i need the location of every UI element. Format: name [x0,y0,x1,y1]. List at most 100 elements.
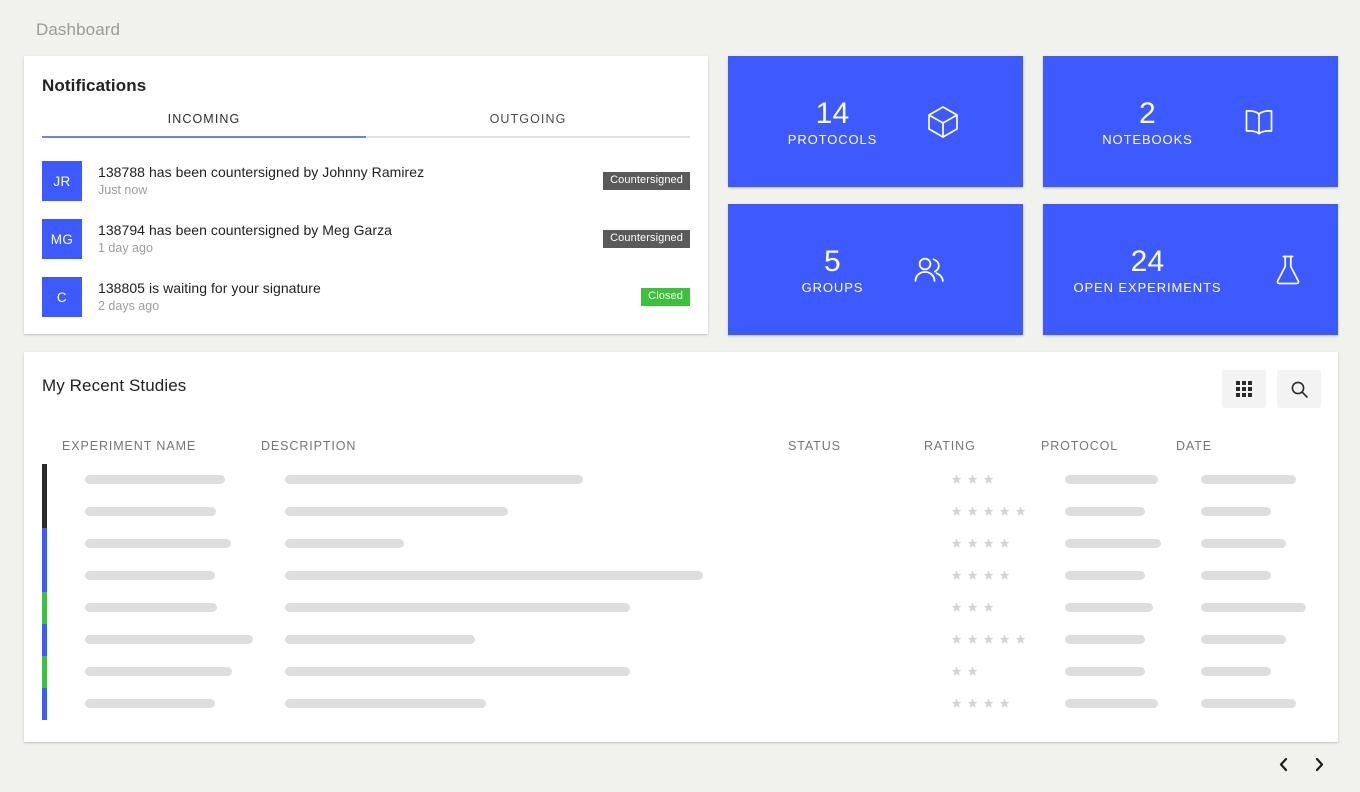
cell-rating[interactable] [951,634,1026,645]
column-header-experiment-name: EXPERIMENT NAME [62,439,196,453]
stat-value: 14 [788,97,878,130]
cell-description-placeholder [285,539,404,548]
book-icon [1239,102,1279,142]
cell-description-placeholder [285,699,486,708]
cell-experiment-name-placeholder [85,635,253,644]
notification-text: 138794 has been countersigned by Meg Gar… [98,222,603,256]
notification-text: 138805 is waiting for your signature 2 d… [98,280,641,314]
cell-rating[interactable] [951,538,1010,549]
cell-protocol-placeholder [1065,635,1145,644]
table-row[interactable] [24,592,1338,624]
stat-label: OPEN EXPERIMENTS [1073,280,1221,295]
table-row[interactable] [24,656,1338,688]
column-header-rating: RATING [924,439,976,453]
table-row[interactable] [24,624,1338,656]
stat-label: NOTEBOOKS [1102,132,1192,147]
cell-date-placeholder [1201,507,1271,516]
status-badge: Countersigned [603,172,690,190]
notification-item[interactable]: MG 138794 has been countersigned by Meg … [24,210,708,268]
cell-date-placeholder [1201,571,1271,580]
cell-description-placeholder [285,667,630,676]
table-row[interactable] [24,496,1338,528]
notifications-title: Notifications [42,76,146,96]
cell-protocol-placeholder [1065,507,1145,516]
cell-date-placeholder [1201,475,1296,484]
cell-date-placeholder [1201,667,1271,676]
pagination [1272,756,1330,778]
row-status-accent [42,656,47,688]
cell-date-placeholder [1201,635,1286,644]
notification-item[interactable]: C 138805 is waiting for your signature 2… [24,268,708,326]
cell-experiment-name-placeholder [85,699,215,708]
notification-item[interactable]: JR 138788 has been countersigned by John… [24,152,708,210]
stat-tile-notebooks[interactable]: 2 NOTEBOOKS [1043,56,1338,187]
cell-description-placeholder [285,475,583,484]
cell-date-placeholder [1201,699,1296,708]
table-row[interactable] [24,688,1338,720]
tab-incoming[interactable]: INCOMING [42,112,366,138]
cell-rating[interactable] [951,570,1010,581]
row-status-accent [42,496,47,528]
grid-icon [1235,380,1253,398]
table-row[interactable] [24,464,1338,496]
cell-protocol-placeholder [1065,571,1145,580]
notifications-list: JR 138788 has been countersigned by John… [24,152,708,326]
column-header-description: DESCRIPTION [261,439,356,453]
notifications-tabs: INCOMING OUTGOING [42,112,690,138]
cell-protocol-placeholder [1065,667,1145,676]
cell-experiment-name-placeholder [85,571,215,580]
cell-date-placeholder [1201,603,1306,612]
row-status-accent [42,688,47,720]
cell-rating[interactable] [951,602,994,613]
cube-icon [923,102,963,142]
stat-tile-protocols[interactable]: 14 PROTOCOLS [728,56,1023,187]
cell-protocol-placeholder [1065,603,1153,612]
table-row[interactable] [24,560,1338,592]
cell-description-placeholder [285,635,475,644]
grid-view-button[interactable] [1222,370,1266,408]
row-status-accent [42,624,47,656]
stat-value: 5 [802,245,864,278]
status-badge: Closed [641,288,690,306]
next-page-button[interactable] [1308,756,1330,778]
recent-studies-card: My Recent Studies [24,352,1338,742]
cell-experiment-name-placeholder [85,667,232,676]
search-button[interactable] [1277,370,1321,408]
cell-protocol-placeholder [1065,539,1161,548]
cell-rating[interactable] [951,698,1010,709]
row-status-accent [42,464,47,496]
search-icon [1290,380,1309,399]
chevron-right-icon [1313,757,1326,777]
stat-value: 24 [1073,245,1221,278]
avatar: JR [42,161,82,201]
breadcrumb: Dashboard [36,20,120,40]
table-row[interactable] [24,528,1338,560]
column-header-date: DATE [1176,439,1212,453]
cell-protocol-placeholder [1065,475,1158,484]
previous-page-button[interactable] [1272,756,1294,778]
studies-actions [1222,370,1321,408]
tab-outgoing[interactable]: OUTGOING [366,112,690,138]
notification-message: 138788 has been countersigned by Johnny … [98,164,603,181]
notification-time: 1 day ago [98,240,603,256]
stat-tile-open-experiments[interactable]: 24 OPEN EXPERIMENTS [1043,204,1338,335]
notifications-card: Notifications INCOMING OUTGOING JR 13878… [24,56,708,334]
row-status-accent [42,560,47,592]
cell-experiment-name-placeholder [85,539,231,548]
stat-label: PROTOCOLS [788,132,878,147]
cell-rating[interactable] [951,506,1026,517]
cell-description-placeholder [285,507,508,516]
cell-rating[interactable] [951,666,978,677]
cell-description-placeholder [285,571,703,580]
notification-message: 138794 has been countersigned by Meg Gar… [98,222,603,239]
stat-tile-groups[interactable]: 5 GROUPS [728,204,1023,335]
notification-time: Just now [98,182,603,198]
notification-message: 138805 is waiting for your signature [98,280,641,297]
stat-value: 2 [1102,97,1192,130]
people-icon [909,250,949,290]
table-header: EXPERIMENT NAME DESCRIPTION STATUS RATIN… [24,430,1338,458]
notification-time: 2 days ago [98,298,641,314]
cell-rating[interactable] [951,474,994,485]
chevron-left-icon [1277,757,1290,777]
row-status-accent [42,528,47,560]
